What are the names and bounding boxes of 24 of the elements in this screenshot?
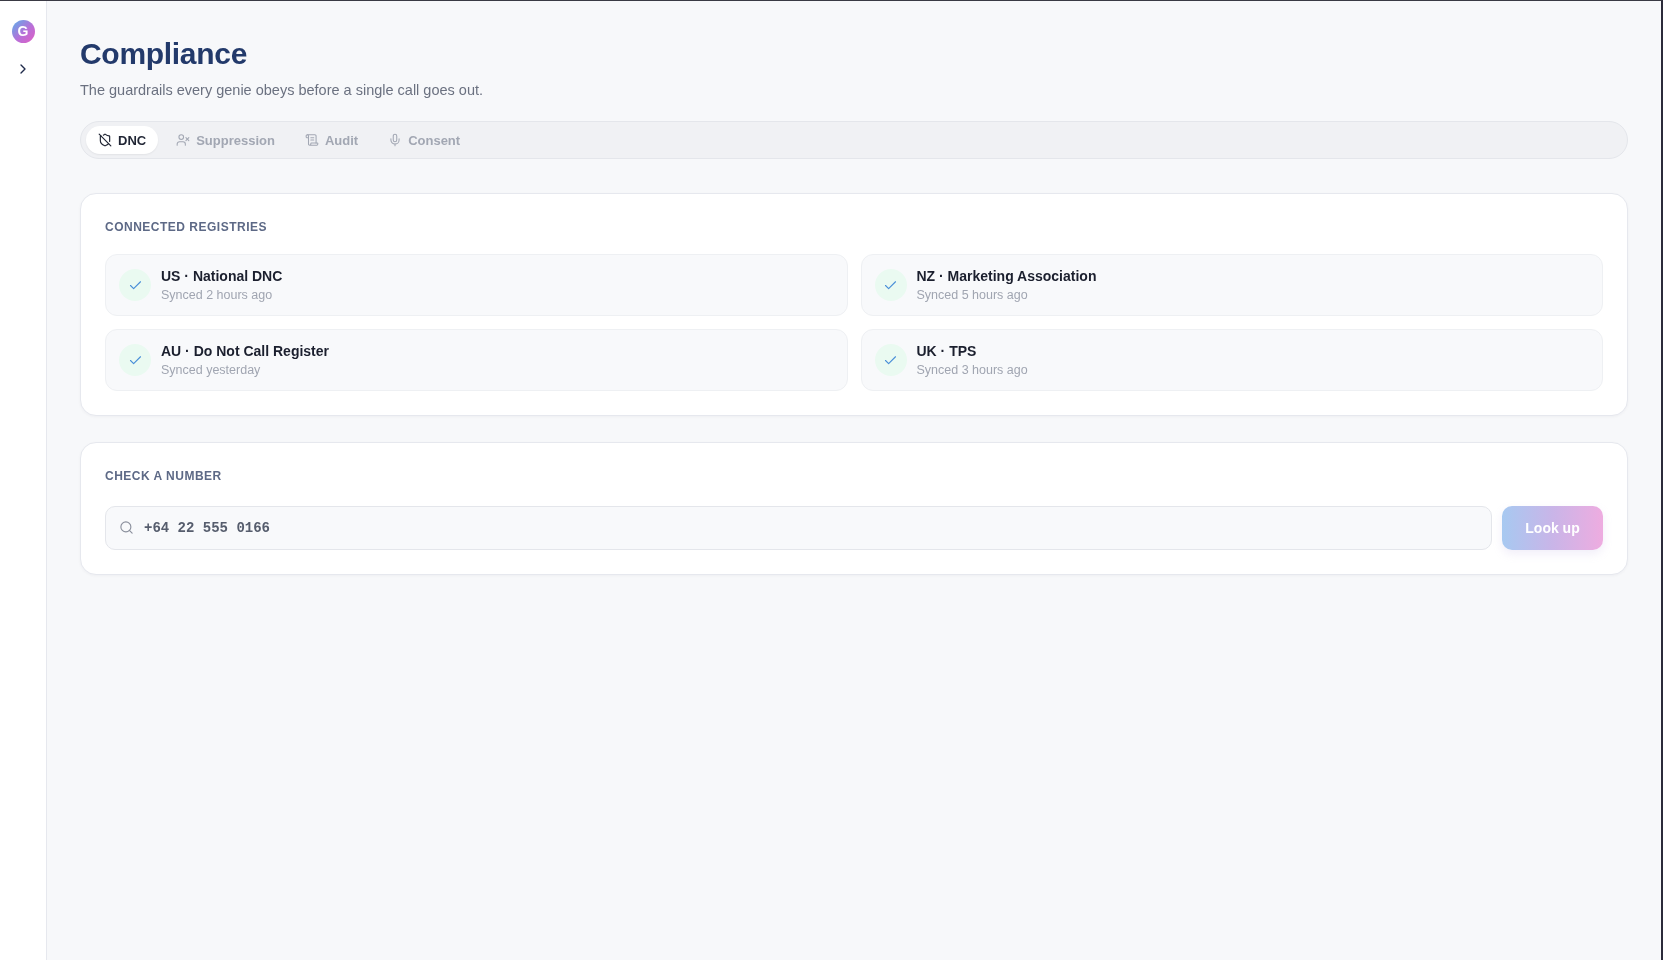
sync-status: Synced yesterday bbox=[161, 362, 262, 378]
tab[interactable]: Audit bbox=[292, 126, 371, 154]
shield-off-icon bbox=[98, 133, 112, 147]
scroll-icon bbox=[304, 133, 319, 147]
user-x-icon bbox=[176, 133, 191, 147]
registry-name: NZ · Marketing Association bbox=[916, 267, 1097, 285]
section-heading: CONNECTED REGISTRIES bbox=[105, 220, 267, 234]
sync-status: Synced 5 hours ago bbox=[916, 287, 1029, 303]
registry-name: AU · Do Not Call Register bbox=[161, 342, 329, 360]
search-icon bbox=[119, 520, 134, 535]
look-up-button[interactable]: Look up bbox=[1502, 506, 1603, 550]
page-title: Compliance bbox=[80, 36, 248, 72]
app-logo: G bbox=[11, 20, 35, 43]
tab[interactable]: Suppression bbox=[164, 126, 287, 154]
microphone-icon bbox=[388, 133, 403, 147]
registry-name: US · National DNC bbox=[161, 267, 283, 285]
sync-status: Synced 3 hours ago bbox=[916, 362, 1028, 378]
tab[interactable]: DNC bbox=[86, 126, 159, 154]
page-subtitle: The guardrails every genie obeys before a single call goes out. bbox=[80, 81, 484, 100]
section-heading: CHECK A NUMBER bbox=[105, 469, 222, 483]
phone-number-field[interactable]: +64 22 555 0166 bbox=[105, 506, 1492, 550]
registry-name: UK · TPS bbox=[916, 342, 978, 360]
sync-status: Synced 2 hours ago bbox=[161, 287, 274, 303]
tab[interactable]: Consent bbox=[376, 126, 473, 154]
